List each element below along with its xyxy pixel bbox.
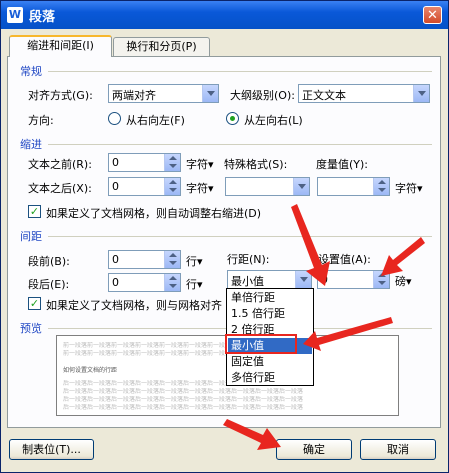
chevron-down-icon[interactable]	[413, 85, 429, 102]
section-indent: 缩进	[20, 138, 42, 151]
chevron-down-icon[interactable]	[293, 178, 309, 195]
indent-before-unit[interactable]: 字符▾	[186, 156, 214, 172]
space-after-unit[interactable]: 行▾	[186, 276, 203, 292]
spin-arrows-icon[interactable]	[164, 178, 180, 195]
section-spacing: 间距	[20, 230, 42, 243]
section-general: 常规	[20, 65, 42, 78]
snap-grid-checkbox[interactable]: ✓	[28, 297, 41, 310]
ltr-radio[interactable]	[226, 112, 239, 125]
space-before-value: 0	[112, 253, 119, 266]
setting-unit[interactable]: 磅▾	[395, 273, 412, 289]
line-option[interactable]: 多倍行距	[228, 370, 312, 386]
space-before-spinner[interactable]: 0	[108, 250, 181, 269]
cancel-button[interactable]: 取消	[360, 439, 436, 460]
indent-before-label: 文本之前(R):	[28, 158, 92, 171]
tab-indent-spacing[interactable]: 缩进和间距(I)	[9, 35, 112, 57]
special-format-label: 特殊格式(S):	[224, 158, 288, 171]
space-after-label: 段后(E):	[28, 278, 70, 291]
alignment-value: 两端对齐	[112, 89, 156, 102]
auto-indent-checkbox[interactable]: ✓	[28, 205, 41, 218]
setting-value-label: 设置值(A):	[318, 253, 371, 266]
rtl-radio[interactable]	[108, 112, 121, 125]
preview-next-paragraph: 后一段落后一段落后一段落后一段落后一段落后一段落后一段落后一段落后一段落后一段落	[63, 396, 304, 403]
outline-level-label: 大纲级别(O):	[230, 89, 295, 102]
rtl-label[interactable]: 从右向左(F)	[126, 112, 185, 128]
preview-next-paragraph: 后一段落后一段落后一段落后一段落后一段落后一段落后一段落后一段落后一段落后一段落	[63, 388, 304, 395]
outline-level-select[interactable]: 正文文本	[298, 84, 430, 103]
close-button[interactable]: ✕	[423, 6, 442, 24]
space-after-spinner[interactable]: 0	[108, 273, 181, 292]
setting-value-spinner[interactable]: 0	[317, 270, 390, 289]
auto-indent-label[interactable]: 如果定义了文档网格，则自动调整右缩进(D)	[46, 205, 261, 221]
indent-after-unit[interactable]: 字符▾	[186, 180, 214, 196]
line-spacing-select[interactable]: 最小值	[227, 270, 312, 289]
indent-before-spinner[interactable]: 0	[108, 153, 181, 172]
line-spacing-label: 行距(N):	[227, 253, 270, 266]
space-before-unit[interactable]: 行▾	[186, 253, 203, 269]
tab-stops-button[interactable]: 制表位(T)...	[9, 439, 94, 460]
special-format-select[interactable]	[225, 177, 310, 196]
section-divider	[48, 144, 432, 145]
indent-after-spinner[interactable]: 0	[108, 177, 181, 196]
section-preview: 预览	[20, 322, 42, 335]
tab-line-page-breaks[interactable]: 换行和分页(P)	[113, 37, 210, 57]
chevron-down-icon[interactable]	[202, 85, 218, 102]
direction-label: 方向:	[28, 114, 54, 127]
setting-value: 0	[321, 273, 328, 286]
dialog-title: 段落	[29, 10, 56, 25]
measure-unit[interactable]: 字符▾	[395, 180, 423, 196]
section-divider	[48, 236, 432, 237]
preview-next-paragraph: 后一段落后一段落后一段落后一段落后一段落后一段落后一段落后一段落后一段落后一段落	[63, 404, 304, 411]
indent-after-label: 文本之后(X):	[28, 182, 92, 195]
highlight-box	[225, 334, 297, 354]
measure-spinner[interactable]	[317, 177, 390, 196]
spin-arrows-icon[interactable]	[164, 251, 180, 268]
line-option[interactable]: 单倍行距	[228, 290, 312, 306]
wps-writer-icon: W	[7, 7, 23, 23]
line-spacing-value: 最小值	[231, 275, 264, 288]
title-bar: W 段落 ✕	[1, 1, 448, 29]
ltr-label[interactable]: 从左向右(L)	[244, 112, 303, 128]
space-after-value: 0	[112, 276, 119, 289]
alignment-select[interactable]: 两端对齐	[108, 84, 219, 103]
space-before-label: 段前(B):	[28, 255, 70, 268]
section-divider	[48, 71, 432, 72]
paragraph-dialog: W 段落 ✕ 缩进和间距(I) 换行和分页(P) 常规 对齐方式(G): 两端对…	[0, 0, 449, 473]
line-option[interactable]: 固定值	[228, 354, 312, 370]
indent-before-value: 0	[112, 156, 119, 169]
spin-arrows-icon[interactable]	[164, 154, 180, 171]
spin-arrows-icon[interactable]	[164, 274, 180, 291]
ok-button[interactable]: 确定	[276, 439, 352, 460]
snap-grid-label[interactable]: 如果定义了文档网格，则与网格对齐	[46, 297, 222, 313]
line-option[interactable]: 1.5 倍行距	[228, 306, 312, 322]
spin-arrows-icon[interactable]	[373, 271, 389, 288]
preview-current-paragraph: 如何设置文档的行距	[63, 367, 118, 374]
indent-after-value: 0	[112, 180, 119, 193]
measure-label: 度量值(Y):	[316, 158, 369, 171]
alignment-label: 对齐方式(G):	[28, 89, 93, 102]
spin-arrows-icon[interactable]	[373, 178, 389, 195]
chevron-down-icon[interactable]	[295, 271, 311, 288]
outline-level-value: 正文文本	[302, 89, 346, 102]
